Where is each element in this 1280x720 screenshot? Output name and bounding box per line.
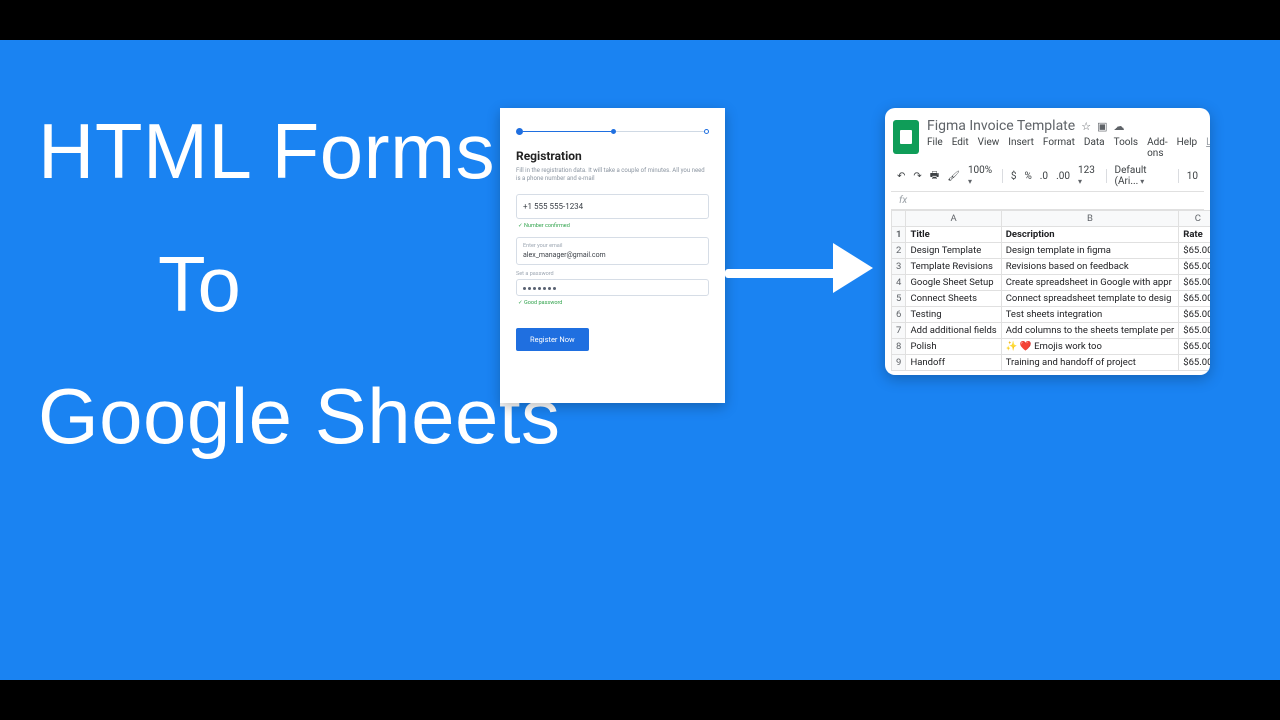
sheets-logo-icon: [893, 120, 919, 154]
headline-line-3: Google Sheets: [38, 350, 561, 483]
menu-data[interactable]: Data: [1084, 137, 1105, 159]
print-icon[interactable]: 🖶: [930, 168, 939, 185]
folder-icon[interactable]: ▣: [1097, 120, 1107, 133]
password-confirmed-label: Good password: [518, 300, 709, 306]
headline-text: HTML Forms To Google Sheets: [38, 85, 561, 483]
menu-format[interactable]: Format: [1043, 137, 1075, 159]
menu-file[interactable]: File: [927, 137, 943, 159]
headline-line-1: HTML Forms: [38, 85, 561, 218]
toolbar-separator: [1106, 169, 1107, 183]
percent-button[interactable]: %: [1024, 171, 1031, 182]
font-size-field[interactable]: 10: [1187, 171, 1198, 182]
arrow-icon: [725, 250, 885, 300]
undo-icon[interactable]: ↶: [897, 171, 905, 182]
menu-tools[interactable]: Tools: [1114, 137, 1138, 159]
step-dot-1: [516, 128, 523, 135]
menu-addons[interactable]: Add-ons: [1147, 137, 1168, 159]
email-value: alex_manager@gmail.com: [523, 251, 702, 259]
password-dots: [523, 287, 702, 290]
form-subtitle: Fill in the registration data. It will t…: [516, 167, 709, 184]
password-label: Set a password: [516, 271, 709, 277]
row-header[interactable]: 1: [892, 227, 906, 243]
menu-edit[interactable]: Edit: [952, 137, 969, 159]
cell[interactable]: Title: [906, 227, 1001, 243]
cell[interactable]: Description: [1001, 227, 1179, 243]
table-row: 5Connect SheetsConnect spreadsheet templ…: [892, 291, 1211, 307]
spreadsheet-grid[interactable]: A B C 1 Title Description Rate 2Design T…: [891, 210, 1210, 371]
redo-icon[interactable]: ↷: [913, 171, 921, 182]
currency-button[interactable]: $: [1011, 171, 1017, 182]
col-header-a[interactable]: A: [906, 211, 1001, 227]
form-title: Registration: [516, 149, 709, 163]
step-line-2: [616, 131, 704, 132]
font-dropdown[interactable]: Default (Ari...: [1115, 165, 1170, 187]
thumbnail-canvas: HTML Forms To Google Sheets Registration…: [0, 40, 1280, 680]
registration-form-card: Registration Fill in the registration da…: [500, 108, 725, 403]
sheet-document-title[interactable]: Figma Invoice Template: [927, 118, 1075, 134]
toolbar-separator: [1178, 169, 1179, 183]
menu-last-edit[interactable]: Last: [1206, 137, 1210, 159]
menu-insert[interactable]: Insert: [1008, 137, 1034, 159]
sheet-menubar: File Edit View Insert Format Data Tools …: [927, 137, 1210, 159]
more-formats-dropdown[interactable]: 123: [1078, 165, 1098, 187]
table-row: 7Add additional fieldsAdd columns to the…: [892, 323, 1211, 339]
cloud-icon[interactable]: ☁: [1113, 120, 1124, 133]
table-row: 2Design TemplateDesign template in figma…: [892, 243, 1211, 259]
menu-view[interactable]: View: [978, 137, 1000, 159]
form-stepper: [516, 128, 709, 135]
zoom-dropdown[interactable]: 100%: [968, 165, 994, 187]
table-row: 6TestingTest sheets integration$65.00: [892, 307, 1211, 323]
email-label: Enter your email: [523, 243, 702, 249]
col-header-c[interactable]: C: [1179, 211, 1210, 227]
table-row: 9HandoffTraining and handoff of project$…: [892, 355, 1211, 371]
col-header-b[interactable]: B: [1001, 211, 1179, 227]
decrease-decimal-button[interactable]: .0: [1040, 171, 1048, 182]
email-field[interactable]: Enter your email alex_manager@gmail.com: [516, 237, 709, 265]
cell[interactable]: Rate: [1179, 227, 1210, 243]
phone-field[interactable]: +1 555 555-1234: [516, 194, 709, 219]
formula-bar[interactable]: fx: [891, 192, 1204, 210]
table-row: 1 Title Description Rate: [892, 227, 1211, 243]
google-sheets-card: Figma Invoice Template ☆ ▣ ☁ File Edit V…: [885, 108, 1210, 375]
headline-line-2: To: [38, 218, 561, 351]
table-row: 3Template RevisionsRevisions based on fe…: [892, 259, 1211, 275]
increase-decimal-button[interactable]: .00: [1056, 171, 1070, 182]
fx-label: fx: [899, 195, 907, 206]
menu-help[interactable]: Help: [1177, 137, 1197, 159]
register-button[interactable]: Register Now: [516, 328, 589, 351]
step-dot-3: [704, 129, 709, 134]
toolbar-separator: [1002, 169, 1003, 183]
paint-format-icon[interactable]: 🖌: [947, 171, 960, 182]
corner-cell[interactable]: [892, 211, 906, 227]
table-row: 4Google Sheet SetupCreate spreadsheet in…: [892, 275, 1211, 291]
step-line-1: [523, 131, 611, 132]
phone-confirmed-label: Number confirmed: [518, 223, 709, 229]
table-row: 8Polish✨ ❤️ Emojis work too$65.00: [892, 339, 1211, 355]
star-icon[interactable]: ☆: [1081, 120, 1091, 133]
sheet-toolbar: ↶ ↷ 🖶 🖌 100% $ % .0 .00 123 Default (Ari…: [891, 159, 1204, 192]
password-field[interactable]: [516, 279, 709, 296]
